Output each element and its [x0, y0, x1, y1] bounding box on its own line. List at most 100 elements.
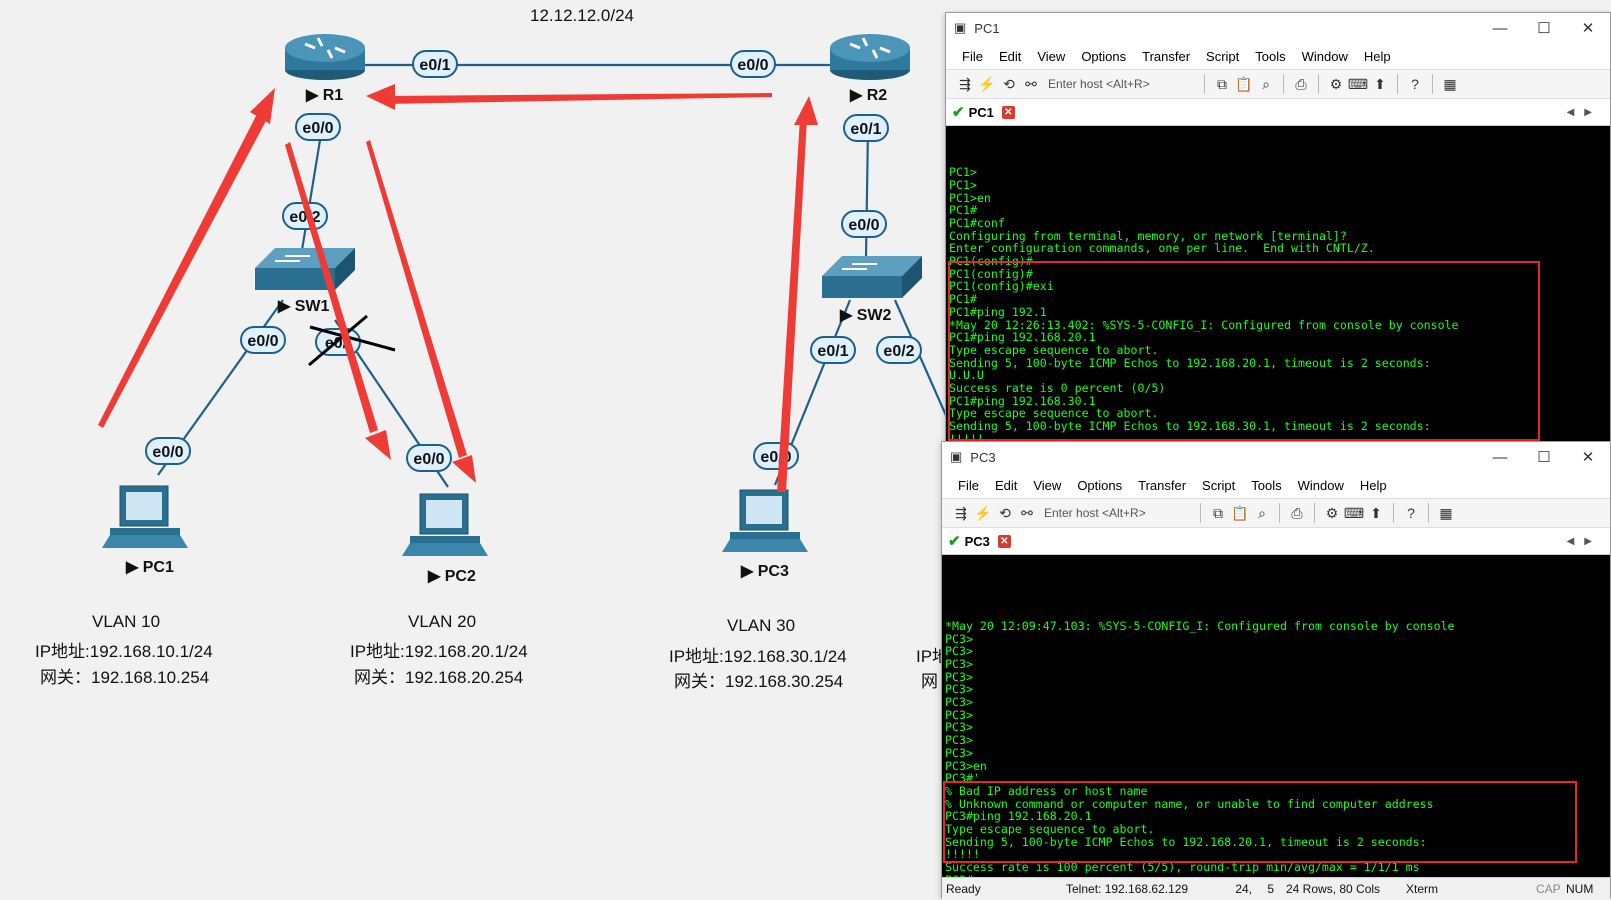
terminal-line: PC3>: [945, 669, 973, 684]
menu-help[interactable]: Help: [1352, 478, 1395, 493]
device-label-r2[interactable]: ▶ R2: [850, 85, 887, 105]
device-label-pc3[interactable]: ▶ PC3: [741, 561, 789, 581]
reconnect-icon[interactable]: ⟲: [994, 505, 1016, 522]
menu-edit[interactable]: Edit: [991, 49, 1029, 64]
maximize-button[interactable]: ☐: [1522, 19, 1566, 37]
pc3-menubar: File Edit View Options Transfer Script T…: [942, 472, 1610, 498]
host-input[interactable]: Enter host <Alt+R>: [1048, 77, 1198, 91]
close-button[interactable]: ✕: [1566, 448, 1610, 466]
find-icon[interactable]: ⌕: [1251, 505, 1273, 522]
device-label-pc2[interactable]: ▶ PC2: [428, 566, 476, 586]
router-r1-icon[interactable]: [285, 34, 365, 80]
pc3-terminal-output[interactable]: *May 20 12:09:47.103: %SYS-5-CONFIG_I: C…: [942, 555, 1610, 877]
menu-options[interactable]: Options: [1069, 478, 1130, 493]
maximize-button[interactable]: ☐: [1522, 448, 1566, 466]
help-icon[interactable]: ?: [1404, 76, 1426, 92]
menu-file[interactable]: File: [954, 49, 991, 64]
connect-icon[interactable]: ⇶: [950, 505, 972, 522]
pc1-icon[interactable]: [102, 485, 188, 548]
keymap-icon[interactable]: ⌨: [1347, 76, 1369, 93]
port-badge-sw2-e02: e0/2: [876, 336, 922, 364]
tab-close-icon[interactable]: ✕: [997, 534, 1011, 548]
svg-text:e0/1: e0/1: [419, 57, 450, 74]
switch-sw2-icon[interactable]: [822, 256, 922, 298]
tab-close-icon[interactable]: ✕: [1001, 105, 1015, 119]
keymap-icon[interactable]: ⌨: [1343, 505, 1365, 522]
tab-pc1[interactable]: ✔ PC1 ✕: [946, 103, 1015, 121]
device-label-r1[interactable]: ▶ R1: [306, 85, 343, 105]
switch-sw1-icon[interactable]: [255, 248, 355, 290]
port-badge-sw2-e00: e0/0: [841, 210, 887, 238]
port-badge-pc2-e00: e0/0: [406, 444, 452, 472]
toolbar-divider: [1279, 503, 1280, 523]
connect-icon[interactable]: ⇶: [954, 76, 976, 93]
menu-tools[interactable]: Tools: [1247, 49, 1293, 64]
print-icon[interactable]: ⎙: [1290, 76, 1312, 93]
svg-text:e0/0: e0/0: [247, 333, 278, 350]
toolbar-divider: [1204, 74, 1205, 94]
tab-scroll-arrows[interactable]: ◀▶: [1567, 536, 1602, 547]
menu-tools[interactable]: Tools: [1243, 478, 1289, 493]
pc3-titlebar[interactable]: ▣ PC3 — ☐ ✕: [942, 442, 1610, 472]
menu-edit[interactable]: Edit: [987, 478, 1025, 493]
session-manager-icon[interactable]: ▦: [1439, 76, 1461, 93]
pc1-toolbar: ⇶ ⚡ ⟲ ⚯ Enter host <Alt+R> ⧉ 📋 ⌕ ⎙ ⚙ ⌨ ⬆…: [946, 69, 1610, 99]
menu-help[interactable]: Help: [1356, 49, 1399, 64]
terminal-line: PC3>en: [945, 758, 987, 773]
device-label-sw2[interactable]: ▶ SW2: [840, 305, 891, 325]
minimize-button[interactable]: —: [1478, 20, 1522, 37]
device-label-pc1[interactable]: ▶ PC1: [126, 557, 174, 577]
settings-icon[interactable]: ⚙: [1321, 505, 1343, 522]
menu-window[interactable]: Window: [1294, 49, 1356, 64]
pc2-icon[interactable]: [402, 493, 488, 556]
paste-icon[interactable]: 📋: [1229, 505, 1251, 522]
pc3-terminal-window[interactable]: ▣ PC3 — ☐ ✕ File Edit View Options Trans…: [941, 441, 1611, 900]
paste-icon[interactable]: 📋: [1233, 76, 1255, 93]
session-manager-icon[interactable]: ▦: [1435, 505, 1457, 522]
toolbar-divider: [1432, 74, 1433, 94]
minimize-button[interactable]: —: [1478, 449, 1522, 466]
port-badge-r1-e00: e0/0: [295, 113, 341, 141]
pc1-terminal-window[interactable]: ▣ PC1 — ☐ ✕ File Edit View Options Trans…: [945, 12, 1611, 446]
router-r2-icon[interactable]: [830, 34, 910, 80]
toolbar-divider: [1428, 503, 1429, 523]
sftp-icon[interactable]: ⬆: [1369, 76, 1391, 93]
menu-transfer[interactable]: Transfer: [1134, 49, 1198, 64]
menu-transfer[interactable]: Transfer: [1130, 478, 1194, 493]
sftp-icon[interactable]: ⬆: [1365, 505, 1387, 522]
menu-script[interactable]: Script: [1194, 478, 1243, 493]
menu-window[interactable]: Window: [1290, 478, 1352, 493]
menu-file[interactable]: File: [950, 478, 987, 493]
pc1-terminal-output[interactable]: PC1> PC1> PC1>en PC1# PC1#conf Configuring fr…: [946, 126, 1610, 442]
tab-scroll-arrows[interactable]: ◀▶: [1567, 107, 1602, 118]
tab-pc1-label: PC1: [968, 104, 994, 120]
tab-pc3-label: PC3: [964, 533, 990, 549]
terminal-line: PC3>: [945, 720, 973, 735]
disconnect-icon[interactable]: ⚯: [1020, 76, 1042, 93]
close-button[interactable]: ✕: [1566, 19, 1610, 37]
arrow-head-r2: [794, 96, 818, 125]
pc3-icon[interactable]: [722, 489, 808, 552]
menu-script[interactable]: Script: [1198, 49, 1247, 64]
copy-icon[interactable]: ⧉: [1207, 505, 1229, 522]
pc1-titlebar[interactable]: ▣ PC1 — ☐ ✕: [946, 13, 1610, 43]
quick-connect-icon[interactable]: ⚡: [972, 505, 994, 522]
print-icon[interactable]: ⎙: [1286, 505, 1308, 522]
help-icon[interactable]: ?: [1400, 505, 1422, 521]
tab-pc3[interactable]: ✔ PC3 ✕: [942, 532, 1011, 550]
reconnect-icon[interactable]: ⟲: [998, 76, 1020, 93]
disconnect-icon[interactable]: ⚯: [1016, 505, 1038, 522]
settings-icon[interactable]: ⚙: [1325, 76, 1347, 93]
menu-options[interactable]: Options: [1073, 49, 1134, 64]
device-label-sw1[interactable]: ▶ SW1: [278, 296, 329, 316]
menu-view[interactable]: View: [1029, 49, 1073, 64]
host-input[interactable]: Enter host <Alt+R>: [1044, 506, 1194, 520]
menu-view[interactable]: View: [1025, 478, 1069, 493]
find-icon[interactable]: ⌕: [1255, 76, 1277, 93]
arrow-r1-to-pc2-b: [366, 140, 467, 458]
status-terminal-type: Xterm: [1406, 882, 1439, 896]
copy-icon[interactable]: ⧉: [1211, 76, 1233, 93]
sw1-name: SW1: [294, 298, 330, 315]
quick-connect-icon[interactable]: ⚡: [976, 76, 998, 93]
terminal-line: PC1>: [949, 165, 977, 180]
